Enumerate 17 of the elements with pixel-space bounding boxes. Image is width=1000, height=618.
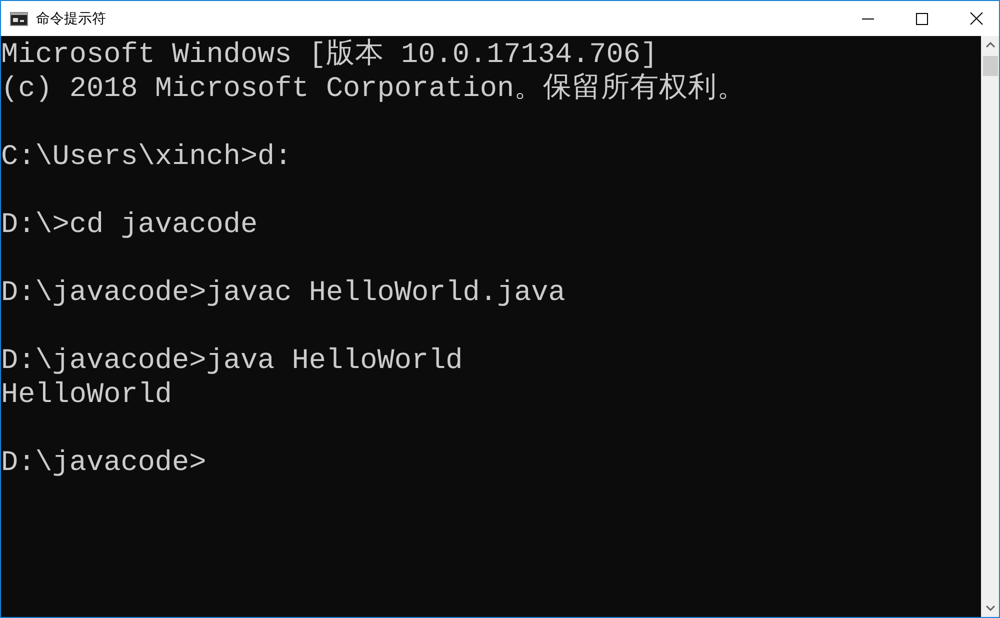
- console-line: D:\javacode>javac HelloWorld.java: [1, 276, 566, 310]
- console-line: Microsoft Windows [版本 10.0.17134.706]: [1, 38, 659, 72]
- scrollbar[interactable]: [981, 36, 999, 617]
- maximize-icon: [916, 12, 928, 24]
- console-line: D:\>cd javacode: [1, 208, 259, 242]
- console-line: D:\javacode>java HelloWorld: [1, 344, 464, 378]
- chevron-down-icon: [986, 605, 994, 611]
- scroll-thumb[interactable]: [982, 56, 998, 76]
- console-line: (c) 2018 Microsoft Corporation。保留所有权利。: [1, 72, 748, 106]
- console-line: C:\Users\xinch>d:: [1, 140, 293, 174]
- window-title: 命令提示符: [36, 10, 107, 28]
- console-line: D:\javacode>: [1, 446, 208, 480]
- close-icon: [970, 12, 982, 25]
- chevron-up-icon: [986, 42, 994, 48]
- console-app-icon: [10, 12, 28, 26]
- console-line: HelloWorld: [1, 378, 174, 412]
- minimize-icon: [862, 18, 874, 20]
